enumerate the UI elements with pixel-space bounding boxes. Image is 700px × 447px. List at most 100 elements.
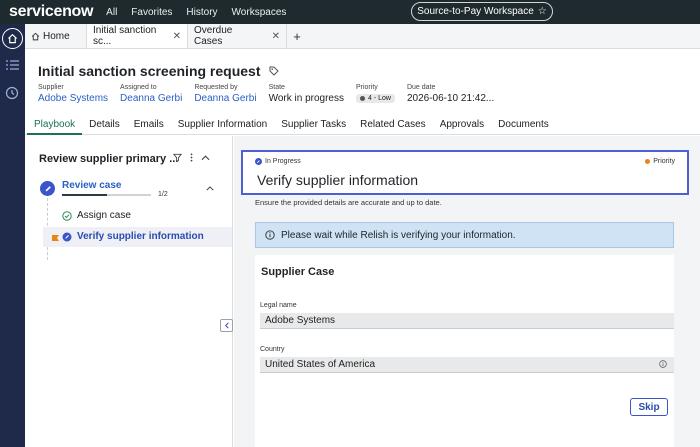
field-supplier: Supplier Adobe Systems: [38, 84, 108, 104]
filter-icon[interactable]: [173, 153, 182, 162]
supplier-case-card: Supplier Case Legal name Adobe Systems C…: [255, 255, 674, 447]
country-field[interactable]: United States of America: [260, 357, 674, 373]
record-fields: Supplier Adobe Systems Assigned to Deann…: [38, 84, 506, 104]
home-icon: [31, 32, 40, 41]
tab-overdue-cases[interactable]: Overdue Cases ✕: [188, 24, 287, 48]
chevron-up-icon[interactable]: [206, 183, 214, 194]
tab-home[interactable]: Home: [25, 24, 87, 48]
playbook-panel: Review supplier primary ... Review case …: [25, 136, 233, 447]
close-icon[interactable]: ✕: [173, 31, 181, 42]
info-banner: Please wait while Relish is verifying yo…: [255, 222, 674, 248]
priority-label: Priority: [653, 158, 675, 165]
step-review-case[interactable]: Review case: [62, 180, 122, 191]
workspace-button-label: Source-to-Pay Workspace: [417, 6, 534, 17]
home-icon[interactable]: [2, 28, 23, 49]
skip-button[interactable]: Skip: [630, 398, 668, 416]
info-banner-text: Please wait while Relish is verifying yo…: [281, 229, 516, 241]
due-date-value: 2026-06-10 21:42...: [406, 93, 495, 104]
check-circle-icon: [62, 210, 72, 221]
task-title: Verify supplier information: [257, 172, 419, 188]
country-value: United States of America: [265, 359, 376, 370]
field-label: Assigned to: [120, 84, 157, 91]
info-icon: [265, 230, 275, 240]
tab-home-label: Home: [43, 30, 70, 42]
task-verify-supplier-information-label: Verify supplier information: [77, 231, 204, 242]
list-icon[interactable]: [6, 60, 19, 73]
nav-all[interactable]: All: [106, 7, 117, 18]
info-icon[interactable]: [659, 360, 667, 368]
chevron-left-icon: [224, 322, 229, 329]
field-label: Priority: [355, 84, 378, 91]
history-icon[interactable]: [5, 86, 19, 103]
task-assign-case[interactable]: Assign case: [62, 210, 131, 221]
collapse-panel-button[interactable]: [220, 319, 233, 332]
supplier-case-title: Supplier Case: [261, 266, 335, 278]
top-nav: All Favorites History Workspaces: [106, 7, 300, 18]
top-bar: servicenow All Favorites History Workspa…: [0, 0, 700, 24]
step-progress-fill: [62, 194, 107, 196]
field-assigned-to: Assigned to Deanna Gerbi: [120, 84, 182, 104]
chevron-up-icon[interactable]: [201, 154, 210, 161]
nav-workspaces[interactable]: Workspaces: [232, 7, 287, 18]
record-subtabs: Playbook Details Emails Supplier Informa…: [25, 116, 700, 135]
tag-icon[interactable]: [269, 66, 279, 76]
field-due-date: Due date 2026-06-10 21:42...: [407, 84, 494, 104]
field-label: Due date: [406, 84, 436, 91]
field-priority: Priority 4 - Low: [355, 84, 395, 104]
playbook-tools: [173, 153, 218, 162]
task-assign-case-label: Assign case: [77, 210, 131, 221]
priority-dot: [359, 96, 365, 101]
subtab-approvals[interactable]: Approvals: [433, 116, 491, 135]
nav-favorites[interactable]: Favorites: [131, 7, 172, 18]
requested-by-link[interactable]: Deanna Gerbi: [194, 93, 256, 104]
record-title-text: Initial sanction screening request: [38, 63, 261, 79]
priority-dot: [645, 159, 651, 164]
priority-badge-text: 4 - Low: [367, 95, 391, 102]
in-progress-icon: [62, 232, 72, 242]
subtab-supplier-information[interactable]: Supplier Information: [171, 116, 275, 135]
subtab-emails[interactable]: Emails: [127, 116, 171, 135]
close-icon[interactable]: ✕: [272, 31, 280, 42]
more-options-icon[interactable]: [190, 153, 193, 162]
servicenow-logo[interactable]: servicenow: [9, 3, 93, 21]
priority-badge: 4 - Low: [355, 94, 395, 103]
priority-value: 4 - Low: [355, 93, 395, 104]
assigned-to-link[interactable]: Deanna Gerbi: [120, 93, 182, 104]
field-label: State: [268, 84, 285, 91]
step-progress-bar: [62, 194, 151, 196]
step-progress-text: 1/2: [158, 191, 168, 198]
tab-overdue-cases-label: Overdue Cases: [194, 25, 233, 47]
field-label: Supplier: [38, 84, 64, 91]
in-progress-icon: [255, 158, 262, 165]
field-label: Requested by: [194, 84, 238, 91]
left-rail: [0, 24, 25, 447]
subtab-supplier-tasks[interactable]: Supplier Tasks: [274, 116, 353, 135]
tab-strip: Home Initial sanction sc... ✕ Overdue Ca…: [25, 24, 700, 49]
field-state: State Work in progress: [269, 84, 344, 104]
subtab-playbook[interactable]: Playbook: [27, 116, 83, 135]
task-verify-supplier-information[interactable]: Verify supplier information: [62, 231, 204, 242]
task-header-card: In Progress Priority Verify supplier inf…: [241, 150, 689, 195]
legal-name-label: Legal name: [260, 302, 297, 309]
country-label: Country: [260, 346, 285, 353]
legal-name-field[interactable]: Adobe Systems: [260, 313, 674, 329]
tab-initial-sanction-label: Initial sanction sc...: [93, 25, 157, 47]
supplier-link[interactable]: Adobe Systems: [38, 93, 108, 104]
task-description: Ensure the provided details are accurate…: [255, 198, 442, 207]
add-tab-button[interactable]: +: [287, 24, 307, 48]
subtab-details[interactable]: Details: [82, 116, 127, 135]
tab-initial-sanction[interactable]: Initial sanction sc... ✕: [87, 24, 188, 48]
subtab-documents[interactable]: Documents: [491, 116, 556, 135]
star-icon[interactable]: ☆: [538, 6, 547, 17]
page-title: Initial sanction screening request: [38, 63, 279, 79]
nav-history[interactable]: History: [186, 7, 217, 18]
flag-icon: [52, 233, 59, 244]
workspace-button[interactable]: Source-to-Pay Workspace ☆: [411, 2, 553, 21]
priority-indicator: Priority: [645, 158, 675, 165]
field-requested-by: Requested by Deanna Gerbi: [194, 84, 256, 104]
state-value: Work in progress: [268, 93, 344, 104]
playbook-title: Review supplier primary ...: [39, 153, 179, 165]
status-text: In Progress: [265, 158, 301, 165]
status-badge: In Progress: [255, 158, 301, 165]
subtab-related-cases[interactable]: Related Cases: [353, 116, 433, 135]
